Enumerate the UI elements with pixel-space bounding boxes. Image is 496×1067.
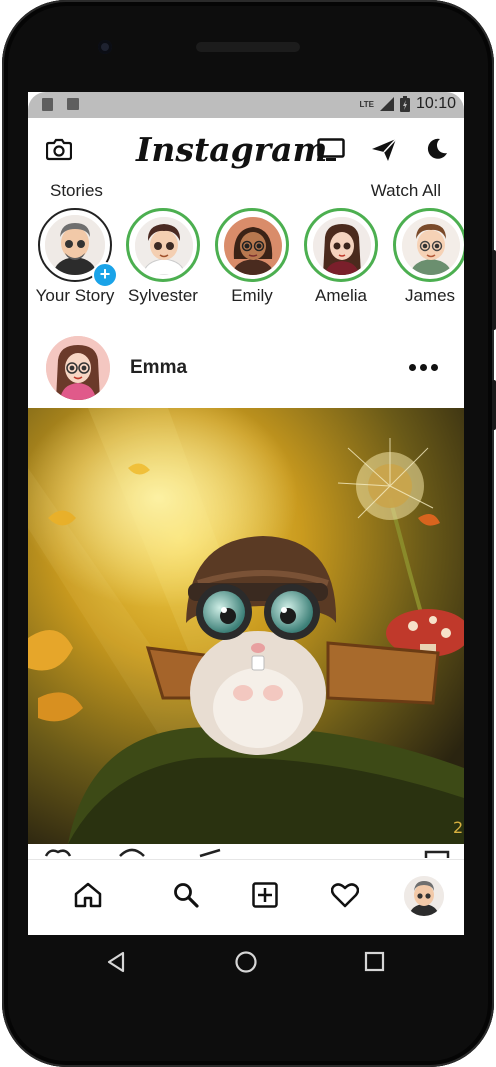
home-circle-icon[interactable]	[234, 950, 258, 974]
battery-icon	[399, 96, 410, 112]
stories-row: + Your Story Sylvester Emily Amelia Jame…	[28, 206, 464, 306]
avatar	[313, 217, 371, 275]
story-name: Amelia	[315, 286, 367, 305]
add-story-icon[interactable]: +	[92, 262, 118, 288]
system-navigation-bar	[28, 935, 464, 989]
story-ring	[215, 208, 289, 282]
phone-frame: LTE 10:10 Instagram Stories Watch All + …	[0, 0, 496, 1067]
earpiece-speaker	[196, 42, 300, 52]
tv-icon[interactable]	[317, 138, 345, 167]
avatar	[135, 217, 193, 275]
clock: 10:10	[415, 95, 456, 112]
power-button	[492, 380, 496, 430]
post-actions-strip	[28, 844, 464, 858]
story-ring	[393, 208, 464, 282]
post-image[interactable]: 2	[28, 408, 464, 844]
avatar	[224, 217, 282, 275]
profile-avatar[interactable]	[404, 876, 444, 916]
add-square-icon[interactable]	[248, 878, 282, 912]
svg-text:2: 2	[453, 818, 463, 837]
stories-title: Stories	[50, 181, 103, 200]
app-screen: LTE 10:10 Instagram Stories Watch All + …	[28, 92, 464, 935]
front-camera	[98, 40, 112, 54]
sd-card-icon	[42, 98, 53, 111]
bottom-navigation	[28, 859, 464, 935]
story-name: James	[404, 286, 456, 305]
post-author-avatar[interactable]	[46, 336, 110, 400]
search-icon[interactable]	[169, 878, 203, 912]
back-icon[interactable]	[106, 951, 126, 973]
home-icon[interactable]	[71, 878, 105, 912]
more-options-icon[interactable]	[409, 364, 438, 371]
volume-button	[492, 250, 496, 330]
post-header: Emma	[28, 328, 464, 408]
story-ring	[126, 208, 200, 282]
network-type: LTE	[359, 99, 374, 109]
heart-icon[interactable]	[328, 878, 362, 912]
recents-icon[interactable]	[364, 951, 386, 973]
avatar	[402, 217, 460, 275]
story-ring	[304, 208, 378, 282]
status-bar: LTE 10:10	[28, 92, 464, 118]
story-name: Emily	[231, 286, 273, 305]
camera-icon[interactable]	[45, 137, 73, 166]
watch-all-link[interactable]: Watch All	[371, 181, 441, 201]
moon-icon[interactable]	[426, 138, 448, 165]
notification-icon	[67, 98, 79, 110]
instagram-logo: Instagram	[136, 130, 328, 169]
story-name: Sylvester	[128, 286, 198, 305]
paper-plane-icon[interactable]	[371, 138, 397, 167]
post-username[interactable]: Emma	[130, 357, 187, 379]
signal-icon	[379, 97, 394, 111]
